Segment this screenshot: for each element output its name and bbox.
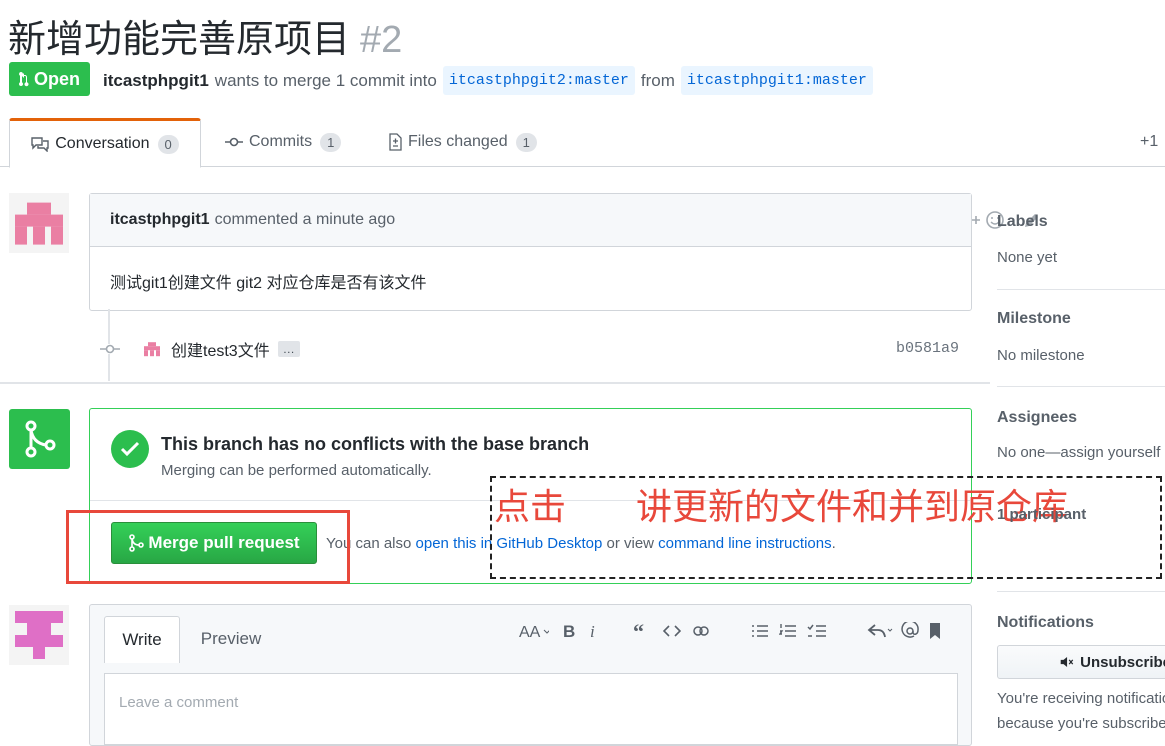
- tab-write[interactable]: Write: [104, 616, 180, 663]
- text-size-icon[interactable]: AA: [519, 622, 549, 640]
- git-commit-icon: [100, 344, 120, 354]
- bold-icon[interactable]: B: [563, 622, 577, 640]
- annotation-highlight-box: [66, 510, 350, 584]
- svg-text:i: i: [590, 622, 595, 640]
- annotation-part1: 点击: [494, 487, 567, 528]
- annotation-text: 点击 讲更新的文件和并到原仓库: [494, 478, 1068, 530]
- italic-icon[interactable]: i: [589, 622, 599, 640]
- commit-message[interactable]: 创建test3文件: [171, 337, 270, 361]
- comment-meta: commented a minute ago: [214, 211, 396, 228]
- commit-sha[interactable]: b0581a9: [896, 340, 959, 357]
- svg-text:AA: AA: [519, 624, 541, 640]
- comment-header: itcastphpgit1 commented a minute ago: [90, 194, 1038, 247]
- commit-expand-button[interactable]: …: [277, 341, 300, 357]
- tab-commits-count: 1: [320, 132, 342, 152]
- pr-number: #2: [360, 19, 403, 61]
- merge-status-icon: [9, 409, 70, 469]
- git-pull-request-icon: [19, 72, 29, 87]
- comment: itcastphpgit1 commented a minute ago 测试g…: [89, 193, 1038, 311]
- bookmark-icon[interactable]: [929, 622, 941, 640]
- comment-author[interactable]: itcastphpgit1: [110, 211, 210, 229]
- unordered-list-icon[interactable]: [751, 623, 769, 639]
- sidebar-divider: [997, 386, 1165, 387]
- sidebar-divider: [997, 289, 1165, 290]
- unsubscribe-button[interactable]: Unsubscribe: [997, 645, 1165, 679]
- avatar[interactable]: [9, 605, 69, 665]
- unsubscribe-label: Unsubscribe: [1080, 653, 1165, 671]
- sidebar-labels-heading[interactable]: Labels: [997, 213, 1048, 231]
- code-icon[interactable]: [663, 624, 681, 638]
- tab-conversation-count: 0: [157, 134, 179, 154]
- git-commit-icon: [225, 137, 243, 147]
- pr-tabs: Conversation 0 Commits 1 Files changed 1…: [0, 118, 1165, 168]
- notification-reason-line2: because you're subscribed: [997, 715, 1165, 732]
- commit-row: 创建test3文件 …: [100, 337, 300, 361]
- sidebar-labels-value: None yet: [997, 249, 1058, 266]
- tab-files-label: Files changed: [408, 133, 508, 150]
- sidebar-assignees-heading[interactable]: Assignees: [997, 409, 1077, 427]
- merge-subtitle: Merging can be performed automatically.: [161, 462, 432, 479]
- tab-files-changed[interactable]: Files changed 1: [388, 118, 537, 166]
- reply-icon[interactable]: [867, 623, 893, 639]
- identicon-avatar-icon[interactable]: [142, 339, 162, 359]
- comment-body: 测试git1创建文件 git2 对应仓库是否有该文件: [110, 275, 427, 292]
- sidebar-divider: [997, 591, 1165, 592]
- merge-title: This branch has no conflicts with the ba…: [161, 434, 590, 454]
- sidebar-notifications-heading: Notifications: [997, 614, 1094, 631]
- identicon-avatar-icon: [15, 611, 63, 659]
- quote-icon[interactable]: “: [633, 622, 651, 640]
- diffstat: +1: [1140, 133, 1159, 150]
- ordered-list-icon[interactable]: [779, 623, 797, 639]
- tab-commits-label: Commits: [249, 133, 313, 150]
- sidebar-milestone-heading[interactable]: Milestone: [997, 310, 1071, 328]
- mute-icon: [1060, 657, 1074, 667]
- status-label: Open: [34, 68, 81, 89]
- tab-files-count: 1: [515, 132, 537, 152]
- tab-conversation[interactable]: Conversation 0: [9, 118, 201, 168]
- tab-commits[interactable]: Commits 1: [225, 118, 342, 166]
- editor-toolbar: AA B i “: [519, 622, 941, 640]
- mention-icon[interactable]: [901, 622, 919, 640]
- tab-preview[interactable]: Preview: [186, 616, 276, 662]
- check-icon: [120, 441, 140, 457]
- tab-conversation-label: Conversation: [55, 135, 150, 152]
- base-ref[interactable]: itcastphpgit2:master: [442, 66, 635, 95]
- comment-placeholder: Leave a comment: [119, 694, 239, 711]
- link-icon[interactable]: [691, 624, 711, 638]
- pr-meta: itcastphpgit1 wants to merge 1 commit in…: [103, 66, 879, 95]
- notification-reason-line1: You're receiving notifications: [997, 690, 1165, 707]
- divider: [0, 382, 990, 384]
- task-list-icon[interactable]: [807, 623, 827, 639]
- pr-title: 新增功能完善原项目 #2: [8, 8, 402, 63]
- git-merge-icon: [25, 420, 55, 458]
- head-ref[interactable]: itcastphpgit1:master: [680, 66, 873, 95]
- pr-from-text: from: [640, 70, 675, 90]
- sidebar-assignees-value[interactable]: No one—assign yourself: [997, 444, 1165, 461]
- sidebar-milestone-value: No milestone: [997, 347, 1085, 364]
- pr-title-text: 新增功能完善原项目: [8, 19, 351, 61]
- identicon-avatar-icon: [15, 202, 63, 245]
- comment-discussion-icon: [31, 137, 49, 152]
- sidebar-participants: 1 participant: [997, 506, 1087, 523]
- pr-author[interactable]: itcastphpgit1: [103, 71, 209, 91]
- pr-meta-text: wants to merge 1 commit into: [214, 70, 437, 90]
- file-diff-icon: [389, 133, 402, 151]
- check-circle-icon: [111, 430, 149, 468]
- avatar[interactable]: [9, 193, 69, 253]
- svg-text:“: “: [633, 622, 644, 640]
- comment-textarea[interactable]: Leave a comment: [104, 673, 958, 745]
- svg-text:B: B: [563, 622, 575, 640]
- status-badge: Open: [9, 62, 91, 96]
